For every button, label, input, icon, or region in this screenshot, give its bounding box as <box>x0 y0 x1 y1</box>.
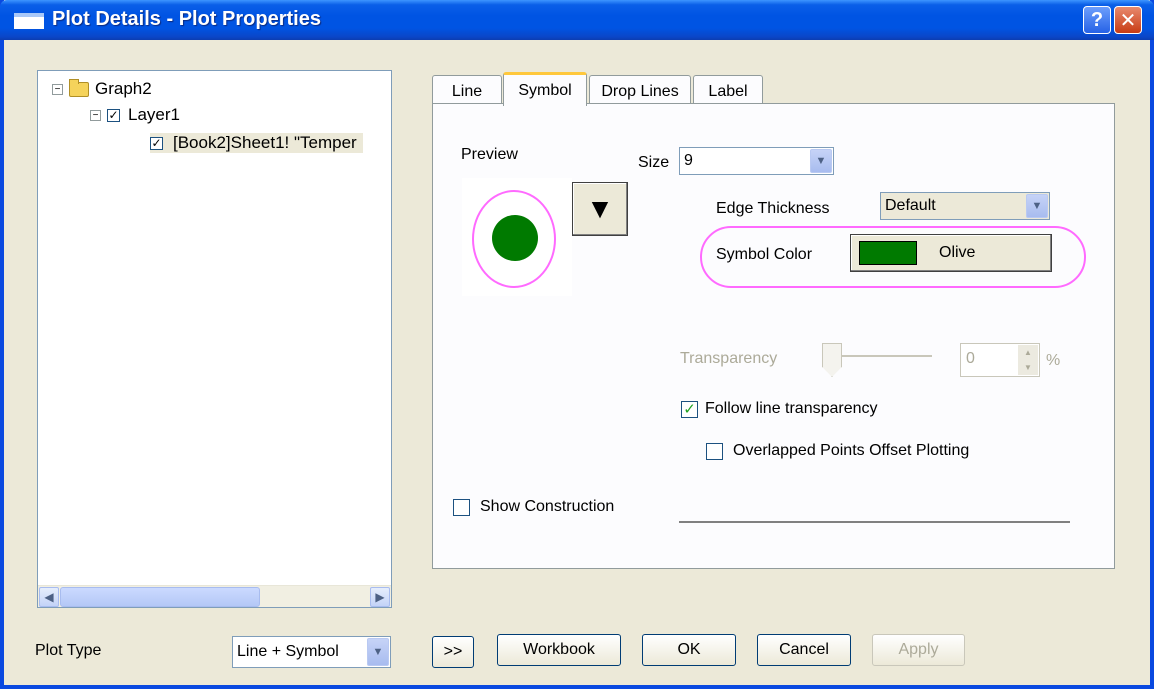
horizontal-scrollbar[interactable]: ◀ ▶ <box>38 585 391 607</box>
plot-type-value: Line + Symbol <box>237 643 339 660</box>
checkbox-unchecked-icon[interactable] <box>706 442 723 460</box>
symbol-color-value: Olive <box>939 244 976 261</box>
workbook-button[interactable]: Workbook <box>497 634 621 666</box>
separator-line <box>679 521 1070 523</box>
collapse-icon[interactable]: − <box>52 83 63 95</box>
edge-thickness-value: Default <box>885 197 936 214</box>
scroll-left-icon[interactable]: ◀ <box>39 587 59 607</box>
tree-item-graph-label: Graph2 <box>95 79 152 98</box>
symbol-preview <box>462 178 572 296</box>
percent-label: % <box>1046 352 1061 369</box>
chevron-down-icon[interactable]: ▼ <box>367 638 389 666</box>
preview-label: Preview <box>461 146 518 163</box>
plot-checkbox[interactable]: ✓ <box>150 136 163 150</box>
tree-item-plot-label: [Book2]Sheet1! "Temper <box>173 133 357 152</box>
checkbox-unchecked-icon[interactable] <box>453 498 470 516</box>
symbol-color-label: Symbol Color <box>716 246 813 263</box>
close-button[interactable]: ✕ <box>1114 6 1142 34</box>
show-construction-label: Show Construction <box>480 498 615 515</box>
cancel-button[interactable]: Cancel <box>757 634 851 666</box>
show-construction-checkbox[interactable]: Show Construction <box>453 498 614 516</box>
plot-type-combo[interactable]: Line + Symbol ▼ <box>232 636 391 668</box>
tree-item-graph[interactable]: − Graph2 <box>52 78 152 99</box>
window-title: Plot Details - Plot Properties <box>52 8 321 30</box>
chevron-down-icon[interactable]: ▼ <box>1026 194 1048 218</box>
symbol-color-button[interactable]: Olive <box>850 234 1052 272</box>
size-combo[interactable]: 9 ▼ <box>679 147 834 175</box>
tab-symbol[interactable]: Symbol <box>503 72 587 106</box>
scroll-thumb[interactable] <box>60 587 260 607</box>
transparency-label: Transparency <box>680 350 778 367</box>
size-value: 9 <box>684 152 693 169</box>
overlapped-points-label: Overlapped Points Offset Plotting <box>733 442 970 459</box>
scroll-right-icon[interactable]: ▶ <box>370 587 390 607</box>
symbol-circle-icon <box>492 215 538 261</box>
tree-item-layer[interactable]: − ✓ Layer1 <box>90 105 180 125</box>
edge-thickness-combo[interactable]: Default ▼ <box>880 192 1050 220</box>
tree-item-plot[interactable]: ✓ [Book2]Sheet1! "Temper <box>150 133 363 153</box>
chevron-down-icon[interactable]: ▼ <box>810 149 832 173</box>
spin-down-icon[interactable]: ▼ <box>1018 360 1038 375</box>
plot-type-label: Plot Type <box>35 642 102 659</box>
spin-up-icon[interactable]: ▲ <box>1018 345 1038 360</box>
color-swatch <box>859 241 917 265</box>
help-button[interactable]: ? <box>1083 6 1111 34</box>
collapse-icon[interactable]: − <box>90 109 101 121</box>
symbol-gallery-button[interactable]: ▼ <box>572 182 628 236</box>
triangle-down-icon: ▼ <box>586 193 614 224</box>
folder-icon <box>69 78 89 97</box>
apply-button[interactable]: Apply <box>872 634 965 666</box>
tree-item-layer-label: Layer1 <box>128 105 180 124</box>
transparency-value: 0 <box>966 350 975 367</box>
edge-thickness-label: Edge Thickness <box>716 200 830 217</box>
layer-checkbox[interactable]: ✓ <box>107 108 120 122</box>
overlapped-points-checkbox[interactable]: Overlapped Points Offset Plotting <box>706 442 969 460</box>
expand-button[interactable]: >> <box>432 636 474 668</box>
plot-tree[interactable]: − Graph2 − ✓ Layer1 ✓ [Book2]Sheet1! "Te… <box>37 70 392 608</box>
ok-button[interactable]: OK <box>642 634 736 666</box>
follow-line-transparency-label: Follow line transparency <box>705 400 878 417</box>
window-icon <box>14 13 44 29</box>
title-bar[interactable]: Plot Details - Plot Properties ? ✕ <box>0 0 1154 40</box>
checkbox-checked-icon[interactable]: ✓ <box>681 400 698 418</box>
follow-line-transparency-checkbox[interactable]: ✓ Follow line transparency <box>681 400 878 418</box>
size-label: Size <box>638 154 670 171</box>
transparency-spinbox[interactable]: 0 ▲ ▼ <box>960 343 1040 377</box>
